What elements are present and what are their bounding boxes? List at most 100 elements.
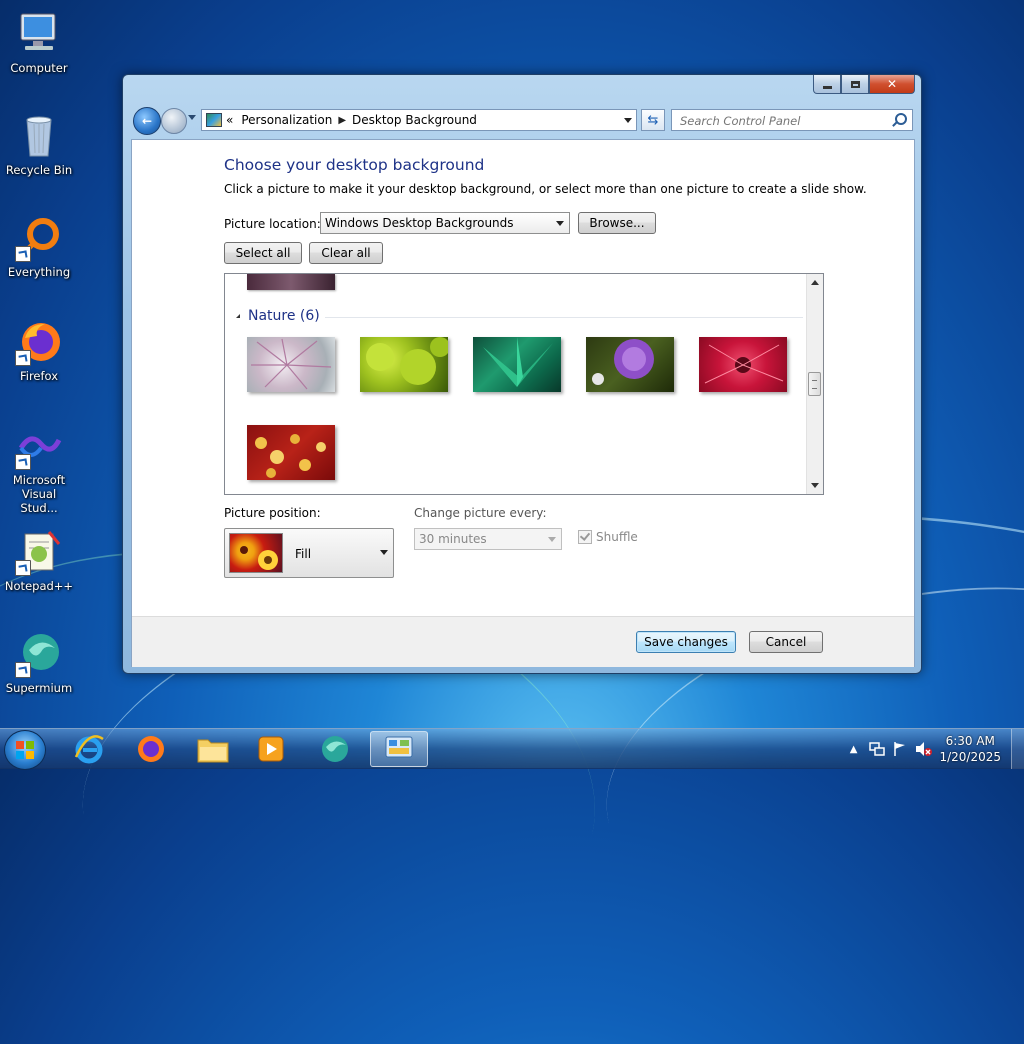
group-divider — [325, 317, 803, 318]
taskbar-control-panel[interactable] — [370, 731, 428, 767]
action-center-flag-icon[interactable] — [893, 741, 907, 757]
collapse-triangle-icon[interactable] — [233, 314, 240, 318]
desktop-icon-computer[interactable]: Computer — [2, 10, 76, 75]
picture-thumbnail[interactable] — [360, 337, 450, 392]
control-panel-icon — [385, 736, 413, 758]
folder-icon — [197, 739, 229, 763]
checkbox-icon[interactable] — [578, 530, 592, 544]
address-bar[interactable]: « Personalization ▶ Desktop Background — [201, 109, 637, 131]
change-picture-interval-select[interactable]: 30 minutes — [414, 528, 562, 550]
taskbar-file-explorer[interactable] — [186, 731, 240, 767]
picture-location-label: Picture location: — [224, 217, 321, 231]
close-icon: ✕ — [886, 77, 898, 91]
picture-thumbnail[interactable] — [247, 337, 335, 392]
firefox-icon — [15, 318, 63, 366]
show-hidden-icons-icon[interactable]: ▲ — [850, 744, 858, 755]
windows-logo-icon — [16, 741, 34, 759]
taskbar-media-player[interactable] — [244, 731, 298, 767]
media-player-icon — [258, 736, 284, 762]
clock-time: 6:30 AM — [945, 734, 995, 748]
scroll-up-icon[interactable] — [811, 280, 819, 285]
breadcrumb-prefix[interactable]: « — [226, 113, 233, 127]
minimize-button[interactable] — [813, 75, 841, 94]
desktop-icon-firefox[interactable]: Firefox — [2, 318, 76, 383]
picture-position-select[interactable]: Fill — [224, 528, 394, 578]
select-all-button[interactable]: Select all — [224, 242, 302, 264]
taskbar-internet-explorer[interactable] — [62, 731, 116, 767]
picture-position-preview — [229, 533, 283, 573]
breadcrumb-personalization[interactable]: Personalization — [241, 113, 332, 127]
page-description: Click a picture to make it your desktop … — [224, 182, 867, 196]
volume-muted-icon[interactable] — [915, 741, 933, 757]
browse-button[interactable]: Browse... — [578, 212, 656, 234]
network-icon[interactable] — [869, 741, 886, 757]
save-changes-button[interactable]: Save changes — [636, 631, 736, 653]
taskbar-firefox[interactable] — [124, 731, 178, 767]
window-controls: ✕ — [813, 75, 915, 94]
desktop-icon-supermium[interactable]: Supermium — [2, 630, 76, 695]
scroll-down-icon[interactable] — [811, 483, 819, 488]
close-button[interactable]: ✕ — [869, 75, 915, 94]
control-panel-icon — [206, 113, 222, 127]
internet-explorer-icon — [74, 735, 104, 764]
picture-thumbnail[interactable] — [699, 337, 787, 392]
shortcut-arrow-icon — [15, 246, 31, 262]
shortcut-arrow-icon — [15, 560, 31, 576]
picture-location-value: Windows Desktop Backgrounds — [325, 216, 514, 230]
address-dropdown-icon[interactable] — [624, 118, 632, 123]
navigation-bar: ← « Personalization ▶ Desktop Background… — [131, 105, 913, 135]
forward-button[interactable] — [161, 108, 187, 134]
refresh-icon: ⇆ — [647, 112, 659, 128]
chevron-down-icon — [380, 550, 388, 555]
maximize-button[interactable] — [841, 75, 869, 94]
picture-position-label: Picture position: — [224, 506, 321, 520]
desktop-icon-visual-studio[interactable]: Microsoft Visual Stud... — [2, 422, 76, 515]
breadcrumb-desktop-background[interactable]: Desktop Background — [352, 113, 477, 127]
picture-gallery: Nature (6) — [224, 273, 824, 495]
supermium-icon — [322, 736, 348, 762]
recent-pages-dropdown[interactable] — [188, 115, 196, 120]
computer-icon — [15, 10, 63, 58]
visual-studio-icon — [15, 422, 63, 470]
group-header-nature[interactable]: Nature (6) — [233, 308, 320, 324]
maximize-icon — [850, 80, 860, 88]
group-title: Nature (6) — [248, 308, 320, 324]
system-tray: ▲ 6:30 AM 1/20/2025 — [850, 729, 1024, 769]
chevron-down-icon — [556, 221, 564, 226]
back-button[interactable]: ← — [133, 107, 161, 135]
clear-all-button[interactable]: Clear all — [309, 242, 383, 264]
firefox-icon — [138, 736, 164, 762]
cancel-button[interactable]: Cancel — [749, 631, 823, 653]
start-button[interactable] — [4, 730, 46, 770]
search-box[interactable] — [671, 109, 913, 131]
desktop-icon-everything[interactable]: Everything — [2, 214, 76, 279]
page-title: Choose your desktop background — [224, 156, 485, 174]
desktop-icon-notepad-plus-plus[interactable]: Notepad++ — [2, 528, 76, 593]
minimize-icon — [822, 85, 832, 89]
taskbar-supermium[interactable] — [308, 731, 362, 767]
taskbar-clock[interactable]: 6:30 AM 1/20/2025 — [939, 733, 1001, 765]
search-icon[interactable] — [895, 113, 907, 125]
picture-location-select[interactable]: Windows Desktop Backgrounds — [320, 212, 570, 234]
picture-thumbnail[interactable] — [247, 274, 335, 290]
picture-thumbnail[interactable] — [247, 425, 335, 480]
picture-thumbnail[interactable] — [473, 337, 561, 392]
content-pane: Choose your desktop background Click a p… — [131, 139, 915, 667]
back-arrow-icon: ← — [141, 114, 153, 128]
picture-thumbnail[interactable] — [586, 337, 674, 392]
refresh-button[interactable]: ⇆ — [641, 109, 665, 131]
shortcut-arrow-icon — [15, 350, 31, 366]
scrollbar-thumb[interactable] — [808, 372, 821, 396]
shuffle-checkbox[interactable]: Shuffle — [578, 530, 638, 544]
search-input[interactable] — [678, 111, 892, 131]
breadcrumb-separator-icon[interactable]: ▶ — [338, 115, 346, 126]
shortcut-arrow-icon — [15, 454, 31, 470]
gallery-scrollbar[interactable] — [806, 274, 823, 494]
desktop-icon-recycle-bin[interactable]: Recycle Bin — [2, 112, 76, 177]
chevron-down-icon — [548, 537, 556, 542]
show-desktop-button[interactable] — [1011, 729, 1024, 769]
notepad-plus-plus-icon — [15, 528, 63, 576]
shuffle-label: Shuffle — [596, 530, 638, 544]
control-panel-window: ✕ ← « Personalization ▶ Desktop Backgrou… — [122, 74, 922, 674]
shortcut-arrow-icon — [15, 662, 31, 678]
